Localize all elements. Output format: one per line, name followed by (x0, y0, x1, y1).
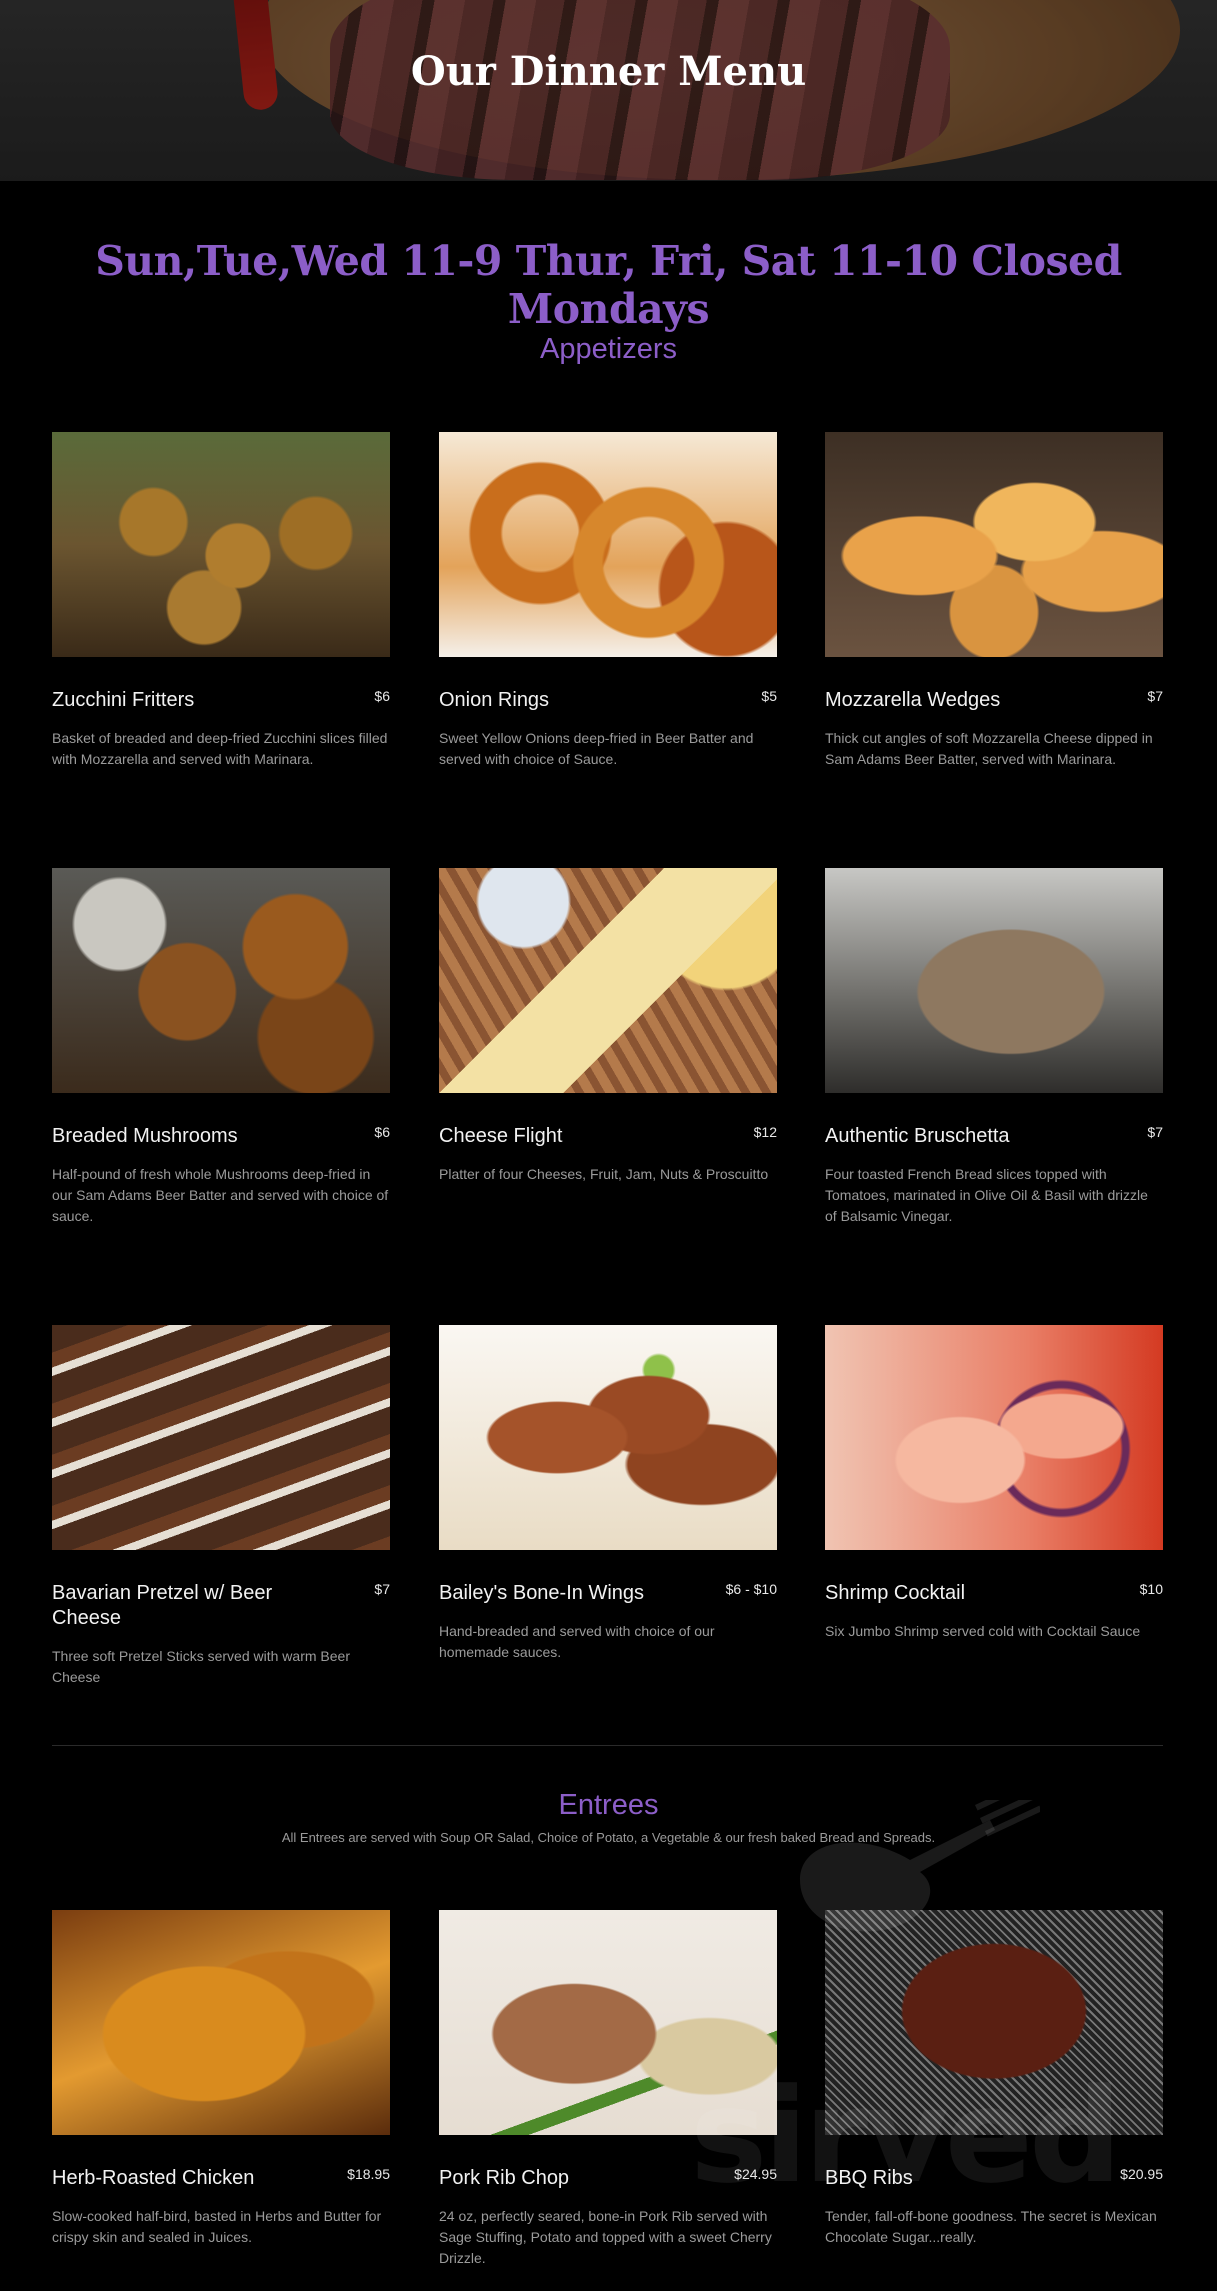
item-name: Shrimp Cocktail (825, 1582, 966, 1604)
item-name: Herb-Roasted Chicken (52, 2167, 255, 2189)
item-name: Onion Rings (439, 689, 550, 711)
item-description: Three soft Pretzel Sticks served with wa… (52, 1648, 350, 1685)
section-divider (52, 1745, 1163, 1746)
item-price: $18.95 (347, 2166, 390, 2182)
item-description: Platter of four Cheeses, Fruit, Jam, Nut… (439, 1166, 769, 1182)
item-description: Hand-breaded and served with choice of o… (439, 1623, 715, 1660)
menu-item-card: Authentic Bruschetta $7 Four toasted Fre… (825, 868, 1163, 1227)
item-name: Bavarian Pretzel w/ Beer Cheese (52, 1582, 273, 1629)
item-price: $20.95 (1120, 2166, 1163, 2182)
item-price: $7 (1147, 688, 1163, 704)
business-hours: Sun,Tue,Wed 11-9 Thur, Fri, Sat 11-10 Cl… (95, 237, 1122, 333)
item-name: BBQ Ribs (825, 2167, 913, 2189)
breaded-mushrooms-photo (52, 868, 390, 1093)
item-price: $6 (374, 688, 390, 704)
item-price: $6 (374, 1124, 390, 1140)
menu-item-card: Zucchini Fritters $6 Basket of breaded a… (52, 432, 390, 770)
menu-item-card: BBQ Ribs $20.95 Tender, fall-off-bone go… (825, 1910, 1163, 2248)
appetizers-heading: Appetizers (539, 333, 677, 365)
roasted-chicken-photo (52, 1910, 390, 2135)
pretzel-photo (52, 1325, 390, 1550)
item-description: Basket of breaded and deep-fried Zucchin… (52, 730, 388, 767)
entrees-heading: Entrees (558, 1789, 659, 1821)
item-name: Cheese Flight (439, 1125, 563, 1147)
item-description: Sweet Yellow Onions deep-fried in Beer B… (439, 730, 754, 767)
item-description: Six Jumbo Shrimp served cold with Cockta… (825, 1623, 1141, 1639)
menu-item-card: Mozzarella Wedges $7 Thick cut angles of… (825, 432, 1163, 770)
item-name: Authentic Bruschetta (825, 1125, 1010, 1147)
mozzarella-wedges-photo (825, 432, 1163, 657)
item-price: $6 - $10 (725, 1581, 777, 1597)
item-name: Breaded Mushrooms (52, 1125, 238, 1147)
bbq-ribs-photo (825, 1910, 1163, 2135)
pork-rib-chop-photo (439, 1910, 777, 2135)
item-price: $12 (753, 1124, 777, 1140)
menu-item-card: Cheese Flight $12 Platter of four Cheese… (439, 868, 777, 1185)
item-description: 24 oz, perfectly seared, bone-in Pork Ri… (439, 2208, 772, 2266)
item-description: Four toasted French Bread slices topped … (825, 1166, 1148, 1224)
item-name: Zucchini Fritters (52, 689, 195, 711)
cheese-flight-photo (439, 868, 777, 1093)
item-description: Tender, fall-off-bone goodness. The secr… (825, 2208, 1157, 2245)
shrimp-cocktail-photo (825, 1325, 1163, 1550)
item-price: $7 (1147, 1124, 1163, 1140)
item-price: $24.95 (734, 2166, 777, 2182)
item-name: Mozzarella Wedges (825, 689, 1001, 711)
item-description: Thick cut angles of soft Mozzarella Chee… (825, 730, 1153, 767)
menu-item-card: Breaded Mushrooms $6 Half-pound of fresh… (52, 868, 390, 1227)
menu-item-card: Shrimp Cocktail $10 Six Jumbo Shrimp ser… (825, 1325, 1163, 1642)
item-description: Half-pound of fresh whole Mushrooms deep… (52, 1166, 389, 1224)
onion-rings-photo (439, 432, 777, 657)
item-price: $10 (1139, 1581, 1163, 1597)
item-name: Pork Rib Chop (439, 2167, 570, 2189)
menu-item-card: Bavarian Pretzel w/ Beer Cheese $7 Three… (52, 1325, 390, 1688)
menu-item-card: Pork Rib Chop $24.95 24 oz, perfectly se… (439, 1910, 777, 2269)
wings-photo (439, 1325, 777, 1550)
zucchini-fritters-photo (52, 432, 390, 657)
item-price: $5 (761, 688, 777, 704)
page-title: Our Dinner Menu (410, 48, 807, 95)
menu-item-card: Bailey's Bone-In Wings $6 - $10 Hand-bre… (439, 1325, 777, 1663)
menu-item-card: Herb-Roasted Chicken $18.95 Slow-cooked … (52, 1910, 390, 2248)
item-description: Slow-cooked half-bird, basted in Herbs a… (52, 2208, 382, 2245)
bruschetta-photo (825, 868, 1163, 1093)
menu-item-card: Onion Rings $5 Sweet Yellow Onions deep-… (439, 432, 777, 770)
entrees-note: All Entrees are served with Soup OR Sala… (281, 1830, 936, 1845)
item-price: $7 (374, 1581, 390, 1597)
hero-banner: Our Dinner Menu (0, 0, 1217, 181)
